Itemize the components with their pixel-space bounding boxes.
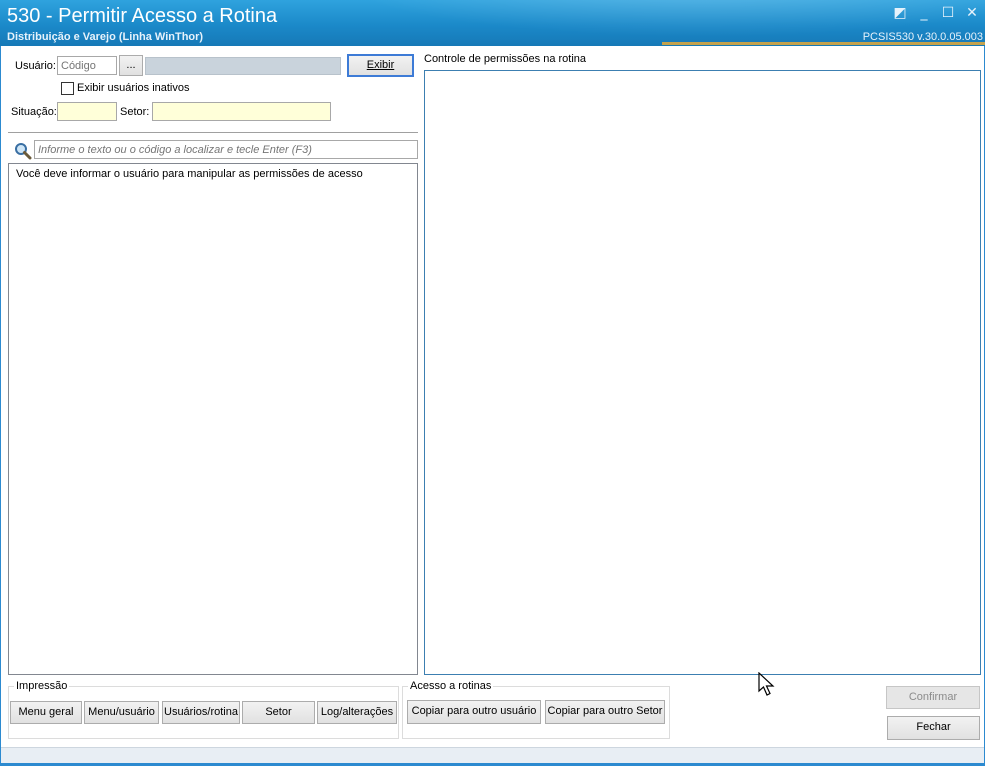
acesso-title: Acesso a rotinas: [408, 680, 494, 692]
situacao-field[interactable]: [57, 102, 117, 121]
confirmar-button[interactable]: Confirmar: [886, 686, 980, 709]
confirmar-label: Confirmar: [908, 691, 958, 703]
usuarios-rotina-button[interactable]: Usuários/rotina: [162, 701, 240, 724]
inativos-label: Exibir usuários inativos: [77, 82, 190, 94]
usuario-label: Usuário:: [15, 60, 56, 72]
usuario-code-input[interactable]: [57, 56, 117, 75]
window-controls: ◩ _ ☐ ✕: [891, 4, 981, 22]
copiar-setor-button[interactable]: Copiar para outro Setor: [545, 700, 665, 724]
window-title: 530 - Permitir Acesso a Rotina: [7, 5, 278, 27]
exibir-button-label: Exibir: [366, 59, 395, 71]
search-input[interactable]: [34, 140, 418, 159]
close-icon[interactable]: ✕: [963, 4, 981, 22]
fechar-label: Fechar: [916, 721, 951, 733]
status-bar: [1, 747, 984, 763]
accent-line: [662, 42, 985, 45]
empty-state-message: Você deve informar o usuário para manipu…: [16, 168, 363, 180]
impressao-title: Impressão: [14, 680, 70, 692]
inativos-checkbox[interactable]: [61, 82, 74, 95]
setor-button[interactable]: Setor: [242, 701, 315, 724]
log-alteracoes-button[interactable]: Log/alterações: [317, 701, 397, 724]
separator: [8, 132, 418, 133]
title-bar: 530 - Permitir Acesso a Rotina Distribui…: [0, 0, 985, 46]
menu-usuario-button[interactable]: Menu/usuário: [84, 701, 159, 724]
fechar-button[interactable]: Fechar: [887, 716, 980, 740]
setor-label: Setor:: [120, 106, 150, 118]
menu-geral-button[interactable]: Menu geral: [10, 701, 82, 724]
maximize-icon[interactable]: ☐: [939, 4, 957, 22]
search-icon: [15, 143, 32, 160]
window-subtitle: Distribuição e Varejo (Linha WinThor): [7, 31, 204, 43]
copiar-usuario-button[interactable]: Copiar para outro usuário: [407, 700, 541, 724]
mouse-cursor-icon: [758, 672, 775, 696]
minimize-icon[interactable]: _: [915, 4, 933, 22]
restore-icon[interactable]: ◩: [891, 4, 909, 22]
permissions-title: Controle de permissões na rotina: [424, 53, 587, 65]
permissions-tree[interactable]: [424, 70, 981, 675]
exibir-button[interactable]: Exibir: [347, 54, 414, 77]
user-permissions-list[interactable]: Você deve informar o usuário para manipu…: [8, 163, 418, 675]
usuario-name-field: [145, 57, 341, 75]
situacao-label: Situação:: [11, 106, 57, 118]
setor-field[interactable]: [152, 102, 331, 121]
usuario-lookup-button[interactable]: ...: [119, 55, 143, 76]
